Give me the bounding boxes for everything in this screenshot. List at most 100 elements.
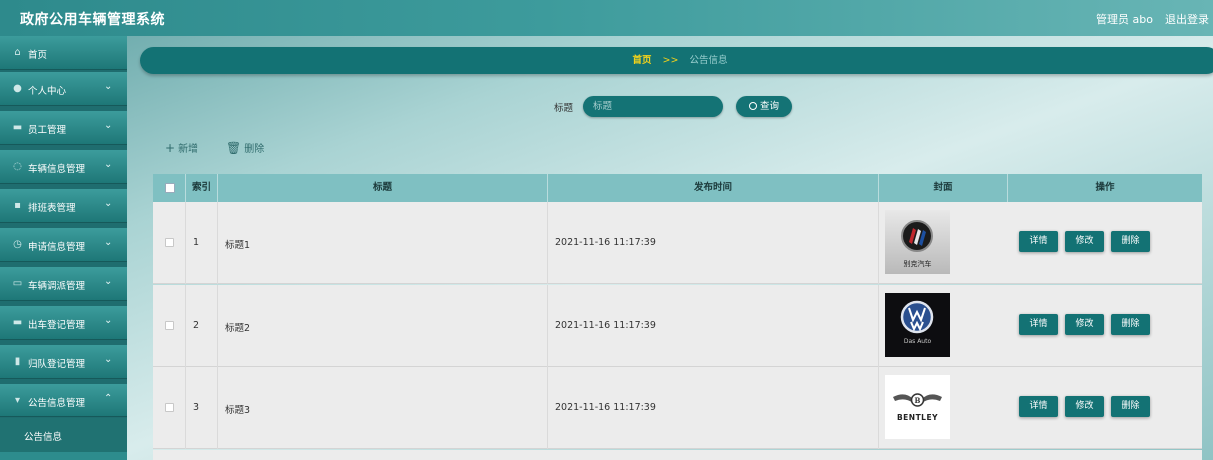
select-cell (153, 367, 186, 449)
car-icon: ▬ (12, 317, 23, 328)
user-icon: ● (13, 83, 22, 94)
chevron-down-icon: ⌄ (104, 198, 113, 209)
column-header-time: 发布时间 (548, 174, 879, 202)
chevron-down-icon: ⌄ (104, 120, 113, 131)
row-checkbox[interactable] (165, 403, 174, 412)
select-all-checkbox[interactable] (165, 183, 175, 193)
edit-button[interactable]: 修改 (1065, 231, 1104, 252)
logout-button[interactable]: 退出登录 (1165, 11, 1209, 27)
row-delete-button[interactable]: 删除 (1111, 396, 1150, 417)
edit-button[interactable]: 修改 (1065, 314, 1104, 335)
edit-button[interactable]: 修改 (1065, 396, 1104, 417)
chevron-down-icon: ⌄ (104, 159, 113, 170)
row-time: 2021-11-16 11:17:39 (555, 320, 656, 331)
search-icon (748, 102, 757, 110)
index-cell: 2 (186, 285, 218, 367)
sidebar-item-label: 员工管理 (28, 125, 67, 136)
notice-icon: ▾ (14, 395, 21, 406)
sidebar-item-vehicle-info[interactable]: ◌ 车辆信息管理 ⌄ (0, 150, 127, 184)
search-input[interactable] (583, 96, 723, 117)
index-cell: 1 (186, 202, 218, 284)
sidebar-item-label: 排班表管理 (28, 203, 76, 214)
sidebar-item-return[interactable]: ▮ 归队登记管理 ⌄ (0, 345, 127, 379)
sidebar-item-notice[interactable]: ▾ 公告信息管理 ⌃ (0, 384, 127, 417)
bentley-logo-image: B BENTLEY (885, 375, 950, 439)
sidebar-item-label: 车辆信息管理 (28, 164, 86, 175)
plus-icon: + (165, 141, 176, 155)
sidebar-item-label: 个人中心 (28, 86, 67, 97)
chevron-down-icon: ⌄ (104, 354, 113, 365)
header-select-cell (153, 174, 186, 202)
sidebar-next-item (0, 452, 127, 460)
row-checkbox[interactable] (165, 321, 174, 330)
row-title: 标题2 (225, 323, 251, 334)
select-cell (153, 202, 186, 284)
row-delete-button[interactable]: 删除 (1111, 231, 1150, 252)
notice-table: 索引 标题 发布时间 封面 操作 1 标题1 2021-11-16 11:17:… (153, 174, 1202, 460)
delete-button[interactable]: 🗑 删除 (226, 140, 264, 155)
home-icon: ⌂ (14, 47, 21, 58)
title-cell: 标题1 (218, 202, 548, 284)
breadcrumb-current: 公告信息 (689, 55, 728, 66)
time-cell: 2021-11-16 11:17:39 (548, 202, 879, 284)
sidebar-item-home[interactable]: ⌂ 首页 (0, 36, 127, 70)
search-button-label: 查询 (759, 101, 779, 112)
time-cell: 2021-11-16 11:17:39 (548, 367, 879, 449)
clock-icon: ◷ (13, 239, 22, 250)
sidebar-item-schedule[interactable]: ▪ 排班表管理 ⌄ (0, 189, 127, 223)
svg-text:Das Auto: Das Auto (904, 338, 932, 345)
column-header-actions: 操作 (1095, 182, 1115, 193)
detail-button[interactable]: 详情 (1019, 396, 1058, 417)
detail-button[interactable]: 详情 (1019, 314, 1058, 335)
staff-icon: ▬ (12, 122, 23, 133)
chevron-down-icon: ⌄ (104, 237, 113, 248)
sidebar-item-label: 归队登记管理 (28, 359, 86, 370)
row-checkbox[interactable] (165, 238, 174, 247)
svg-text:BENTLEY: BENTLEY (897, 413, 938, 422)
sidebar-item-personal-center[interactable]: ● 个人中心 ⌄ (0, 72, 127, 106)
chevron-up-icon: ⌃ (104, 393, 113, 404)
table-row-partial (153, 450, 1202, 460)
sidebar-item-departure[interactable]: ▬ 出车登记管理 ⌄ (0, 306, 127, 340)
top-header: 政府公用车辆管理系统 管理员 abo 退出登录 (0, 0, 1213, 36)
svg-text:B: B (915, 396, 921, 405)
detail-button[interactable]: 详情 (1019, 231, 1058, 252)
power-icon: ◌ (13, 161, 22, 172)
index-cell: 3 (186, 367, 218, 449)
row-time: 2021-11-16 11:17:39 (555, 402, 656, 413)
column-header-index: 索引 (186, 174, 218, 202)
sidebar-item-label: 出车登记管理 (28, 320, 86, 331)
search-button[interactable]: 查询 (736, 96, 792, 117)
sidebar-item-staff[interactable]: ▬ 员工管理 ⌄ (0, 111, 127, 145)
volkswagen-logo-image: Das Auto (885, 293, 950, 357)
admin-user-label: 管理员 abo (1096, 13, 1153, 26)
breadcrumb-home-link[interactable]: 首页 (632, 55, 651, 66)
search-label: 标题 (554, 103, 574, 114)
sidebar-item-application[interactable]: ◷ 申请信息管理 ⌄ (0, 228, 127, 262)
breadcrumb-separator: >> (662, 55, 679, 66)
table-row: 1 标题1 2021-11-16 11:17:39 别克汽车 详情 修改 删除 (153, 202, 1202, 284)
message-icon: ▭ (12, 278, 23, 289)
row-index: 1 (193, 237, 200, 248)
sidebar-item-label: 公告信息管理 (28, 398, 86, 409)
table-header: 索引 标题 发布时间 封面 操作 (153, 174, 1202, 202)
add-button-label: 新增 (178, 144, 199, 155)
sidebar-item-label: 申请信息管理 (28, 242, 86, 253)
svg-text:别克汽车: 别克汽车 (904, 259, 932, 268)
sidebar-item-label: 车辆调派管理 (28, 281, 86, 292)
schedule-icon: ▪ (14, 200, 21, 211)
sidebar-subitem-notice-info[interactable]: 公告信息 (0, 418, 127, 452)
sidebar: ⌂ 首页 ● 个人中心 ⌄ ▬ 员工管理 ⌄ ◌ 车辆信息管理 ⌄ ▪ 排班表管… (0, 36, 127, 460)
select-cell (153, 285, 186, 367)
table-row: 3 标题3 2021-11-16 11:17:39 B BENTLEY 详情 修… (153, 367, 1202, 449)
column-header-cover: 封面 (879, 174, 1008, 202)
row-title: 标题1 (225, 240, 251, 251)
row-delete-button[interactable]: 删除 (1111, 314, 1150, 335)
title-cell: 标题2 (218, 285, 548, 367)
chevron-down-icon: ⌄ (104, 315, 113, 326)
add-button[interactable]: + 新增 (165, 140, 198, 155)
sidebar-item-dispatch[interactable]: ▭ 车辆调派管理 ⌄ (0, 267, 127, 301)
chevron-down-icon: ⌄ (104, 81, 113, 92)
column-header-title: 标题 (218, 174, 548, 202)
table-row: 2 标题2 2021-11-16 11:17:39 Das Auto 详情 修改… (153, 285, 1202, 367)
